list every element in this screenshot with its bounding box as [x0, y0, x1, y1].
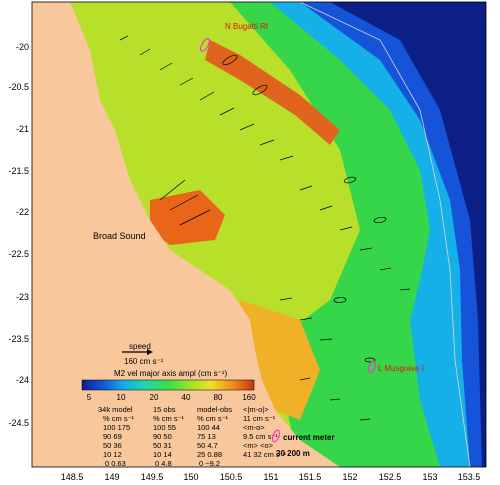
- stats-header: <|m-o|>: [243, 405, 269, 414]
- x-tick-label: 152.5: [379, 472, 402, 482]
- x-tick-label: 151.5: [299, 472, 322, 482]
- stats-subheader: 11 cm s⁻¹: [243, 414, 276, 423]
- x-tick-label: 148.5: [61, 472, 84, 482]
- colorbar-tick: 40: [182, 393, 191, 402]
- x-tick-label: 153.5: [458, 472, 481, 482]
- y-tick-label: -21: [16, 124, 29, 134]
- stats-header: model-obs: [197, 405, 232, 414]
- isobaths-legend-label: 30 200 m: [276, 449, 310, 458]
- stats-subheader: % cm s⁻¹: [103, 414, 135, 423]
- y-tick-label: -20.5: [8, 82, 29, 92]
- tidal-velocity-map-figure: N Bugatti Rf L Musgrave I Broad Sound sp…: [8, 1, 487, 482]
- stats-cell: 100 175: [103, 423, 130, 432]
- speed-scale-value: 160 cm s⁻¹: [124, 357, 164, 366]
- stats-cell: 100 55: [153, 423, 176, 432]
- stats-cell: <m> <o>: [243, 441, 274, 450]
- stats-cell: 90 69: [103, 432, 122, 441]
- x-tick-label: 152: [342, 472, 357, 482]
- y-tick-label: -22: [16, 207, 29, 217]
- stats-cell: 75 13: [197, 432, 216, 441]
- colorbar-tick: 10: [117, 393, 126, 402]
- stats-cell: 50 4.7: [197, 441, 218, 450]
- stats-header: 34k model: [98, 405, 133, 414]
- broad-sound-label: Broad Sound: [93, 231, 146, 241]
- reef-label-bugatti: N Bugatti Rf: [225, 22, 269, 31]
- y-tick-label: -24: [16, 375, 29, 385]
- x-tick-label: 149: [104, 472, 119, 482]
- y-tick-label: -23: [16, 292, 29, 302]
- map-panel: N Bugatti Rf L Musgrave I Broad Sound sp…: [32, 2, 486, 467]
- reef-label-musgrave: L Musgrave I: [378, 364, 424, 373]
- stats-cell: 25 0.88: [197, 450, 222, 459]
- x-tick-label: 153: [422, 472, 437, 482]
- y-tick-label: -22.5: [8, 249, 29, 259]
- colorbar-tick: 80: [214, 393, 223, 402]
- x-tick-label: 149.5: [141, 472, 164, 482]
- y-axis: -20 -20.5 -21 -21.5 -22 -22.5 -23 -23.5 …: [8, 42, 29, 428]
- stats-subheader: % cm s⁻¹: [153, 414, 185, 423]
- colorbar-tick: 160: [242, 393, 256, 402]
- x-axis: 148.5 149 149.5 150 150.5 151 151.5 152 …: [61, 472, 481, 482]
- x-tick-label: 150.5: [220, 472, 243, 482]
- y-tick-label: -21.5: [8, 166, 29, 176]
- colorbar-tick: 20: [150, 393, 159, 402]
- stats-subheader: % cm s⁻¹: [197, 414, 229, 423]
- y-tick-label: -24.5: [8, 418, 29, 428]
- x-tick-label: 150: [183, 472, 198, 482]
- colorbar-title: M2 vel major axis ampl (cm s⁻¹): [114, 369, 227, 378]
- colorbar: [81, 379, 255, 391]
- stats-cell: 10 12: [103, 450, 122, 459]
- colorbar-tick: 5: [87, 393, 92, 402]
- stats-cell: <m-o>: [243, 423, 265, 432]
- stats-cell: 50 36: [103, 441, 122, 450]
- current-meter-legend-label: current meter: [283, 433, 335, 442]
- stats-header: 15 obs: [153, 405, 176, 414]
- stats-cell: 100 44: [197, 423, 220, 432]
- y-tick-label: -23.5: [8, 334, 29, 344]
- x-tick-label: 151: [263, 472, 278, 482]
- stats-cell: 50 31: [153, 441, 172, 450]
- stats-cell: 90 50: [153, 432, 172, 441]
- stats-cell: 10 14: [153, 450, 172, 459]
- y-tick-label: -20: [16, 42, 29, 52]
